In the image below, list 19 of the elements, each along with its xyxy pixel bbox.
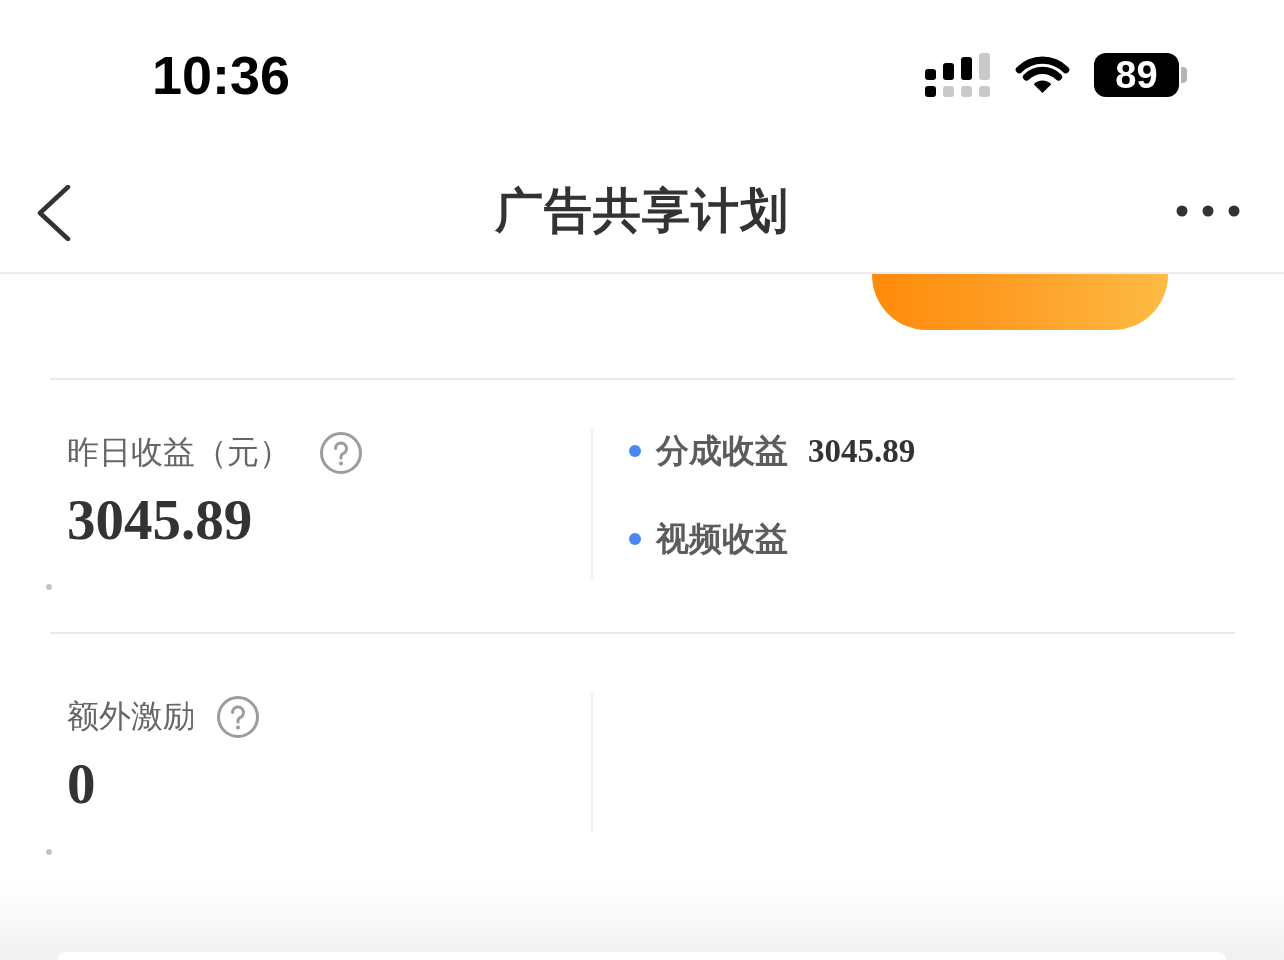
help-icon[interactable] <box>320 432 362 474</box>
dot-icon <box>46 584 52 590</box>
breakdown-label: 分成收益 <box>656 429 788 472</box>
back-icon[interactable] <box>37 185 71 241</box>
wifi-icon <box>1014 56 1071 94</box>
breakdown-label: 视频收益 <box>656 517 788 560</box>
bullet-icon <box>629 445 641 457</box>
page-title: 广告共享计划 <box>495 181 789 240</box>
stat-value: 3045.89 <box>67 492 253 548</box>
stat-label: 额外激励 <box>67 696 195 737</box>
bullet-icon <box>629 533 641 545</box>
breakdown-value: 3045.89 <box>808 432 916 470</box>
stat-value: 0 <box>67 756 96 812</box>
stat-label: 昨日收益（元） <box>67 432 291 473</box>
help-icon[interactable] <box>217 696 259 738</box>
more-icon[interactable] <box>1176 205 1240 217</box>
dot-icon <box>46 849 52 855</box>
signal-icon <box>925 53 991 97</box>
status-time: 10:36 <box>152 48 291 102</box>
